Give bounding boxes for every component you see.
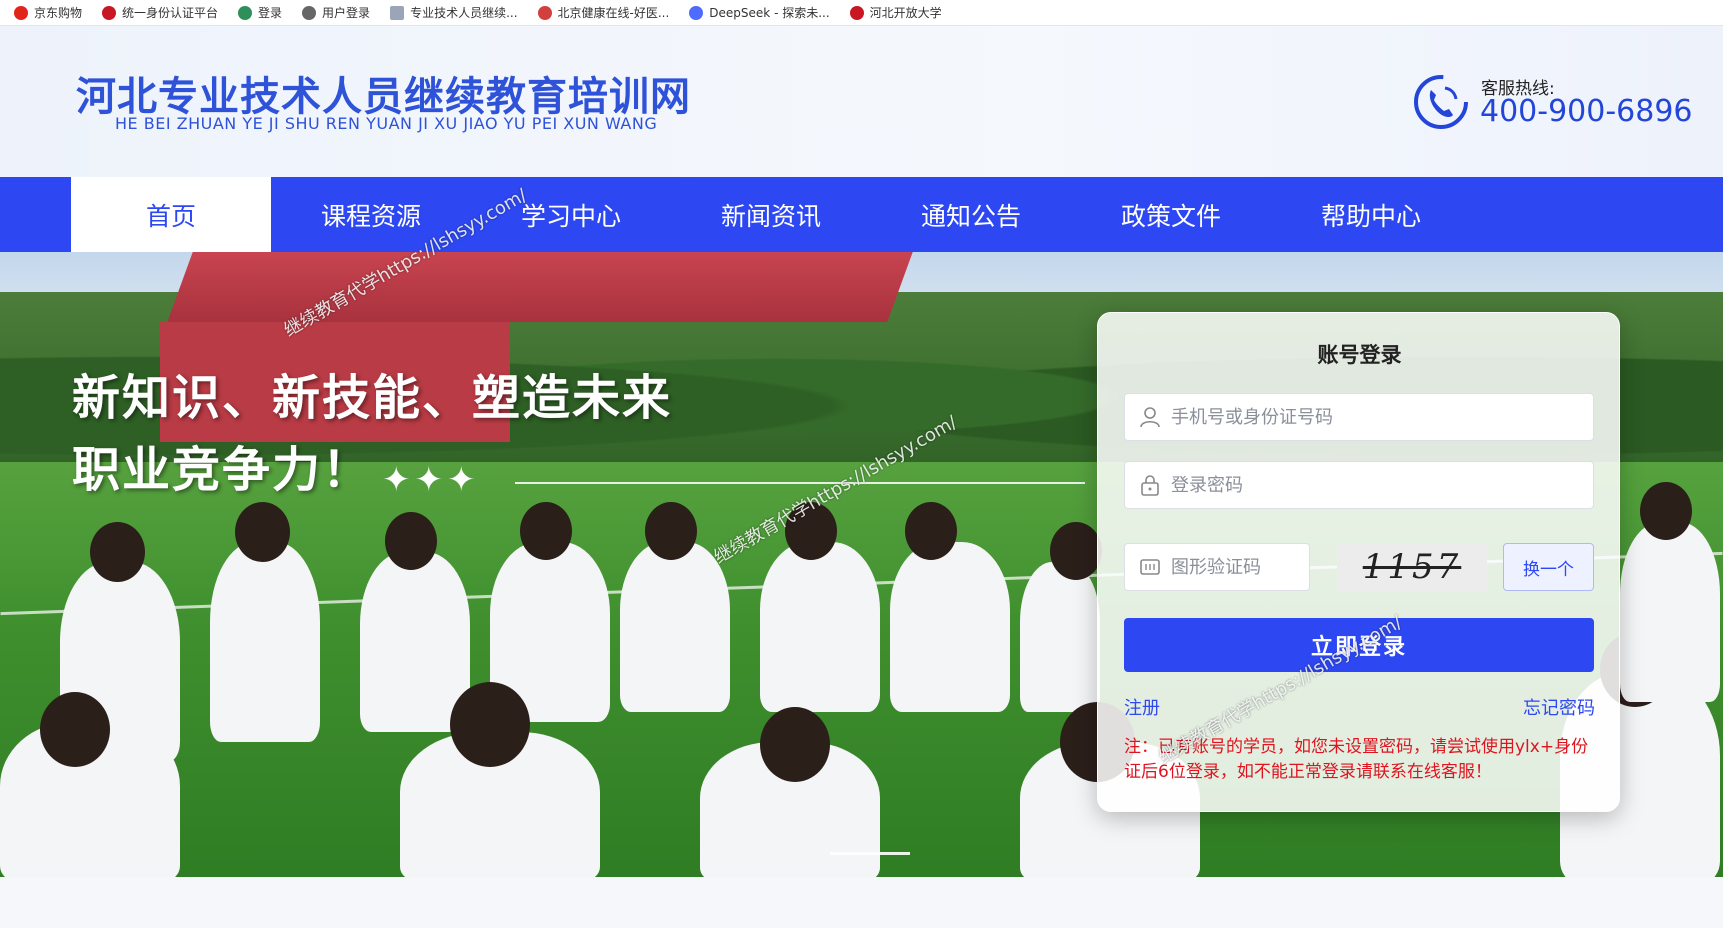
- page-icon: [390, 5, 405, 20]
- bookmarks-bar: 京东购物 统一身份认证平台 登录 用户登录 专业技术人员继续... 北京健康在线…: [0, 0, 1723, 26]
- login-title: 账号登录: [1317, 343, 1402, 367]
- bookmark-label: 用户登录: [322, 6, 371, 20]
- bookmark-login[interactable]: 登录: [238, 4, 282, 21]
- captcha-icon: [1140, 559, 1160, 575]
- bookmark-label: DeepSeek - 探索未...: [709, 6, 830, 20]
- password-input[interactable]: [1171, 474, 1593, 496]
- jd-icon: [14, 5, 28, 20]
- bookmark-sso[interactable]: 统一身份认证平台: [102, 4, 218, 21]
- deepseek-icon: [689, 5, 704, 20]
- bookmark-continuing-edu[interactable]: 专业技术人员继续...: [390, 4, 518, 21]
- nav-item-home[interactable]: 首页: [71, 177, 271, 252]
- slogan-divider: [515, 482, 1085, 484]
- refresh-captcha-button[interactable]: 换一个: [1503, 543, 1594, 591]
- banner-shed-roof: [167, 252, 913, 322]
- site-subtitle: HE BEI ZHUAN YE JI SHU REN YUAN JI XU JI…: [115, 114, 658, 133]
- password-field[interactable]: [1124, 461, 1594, 509]
- nav-item-policies[interactable]: 政策文件: [1071, 177, 1271, 252]
- bookmark-health[interactable]: 北京健康在线-好医...: [537, 4, 670, 21]
- bookmark-open-university[interactable]: 河北开放大学: [849, 4, 942, 21]
- username-field[interactable]: [1124, 393, 1594, 441]
- bookmark-deepseek[interactable]: DeepSeek - 探索未...: [689, 4, 830, 21]
- hotline-number: 400-900-6896: [1480, 94, 1693, 129]
- bookmark-user-login[interactable]: 用户登录: [302, 4, 370, 21]
- university-icon: [849, 5, 864, 20]
- bookmark-label: 北京健康在线-好医...: [557, 6, 670, 20]
- captcha-field[interactable]: [1124, 543, 1310, 591]
- nav-item-help[interactable]: 帮助中心: [1271, 177, 1471, 252]
- bookmark-label: 河北开放大学: [869, 6, 942, 20]
- banner-slogan-line1: 新知识、新技能、塑造未来: [72, 370, 673, 426]
- username-input[interactable]: [1171, 406, 1593, 428]
- bookmark-label: 京东购物: [34, 6, 83, 20]
- login-button[interactable]: 立即登录: [1124, 618, 1594, 672]
- carousel-indicator[interactable]: [830, 852, 910, 855]
- banner-slogan-line2: 职业竞争力！: [72, 442, 373, 498]
- bookmark-jd[interactable]: 京东购物: [14, 4, 82, 21]
- sso-icon: [102, 5, 117, 20]
- forgot-password-link[interactable]: 忘记密码: [1523, 694, 1595, 720]
- sparkle-icon: ✦✦✦: [382, 460, 480, 500]
- captcha-input[interactable]: [1171, 556, 1309, 578]
- nav-item-courses[interactable]: 课程资源: [271, 177, 471, 252]
- lock-icon: [1141, 475, 1159, 496]
- site-header: 河北专业技术人员继续教育培训网 HE BEI ZHUAN YE JI SHU R…: [0, 26, 1723, 177]
- nav-item-learning-center[interactable]: 学习中心: [471, 177, 671, 252]
- nav-item-notices[interactable]: 通知公告: [871, 177, 1071, 252]
- main-nav: 首页 课程资源 学习中心 新闻资讯 通知公告 政策文件 帮助中心: [0, 177, 1723, 252]
- login-site-icon: [238, 5, 253, 20]
- captcha-image[interactable]: 1157: [1337, 543, 1487, 591]
- phone-icon: [1414, 75, 1468, 129]
- nav-item-news[interactable]: 新闻资讯: [671, 177, 871, 252]
- login-notice: 注：已有账号的学员，如您未设置密码，请尝试使用ylx+身份证后6位登录，如不能正…: [1124, 737, 1589, 782]
- globe-icon: [302, 5, 317, 20]
- bookmark-label: 专业技术人员继续...: [410, 6, 518, 20]
- health-icon: [537, 5, 552, 20]
- register-link[interactable]: 注册: [1124, 694, 1160, 720]
- bookmark-label: 统一身份认证平台: [122, 6, 219, 20]
- user-icon: [1140, 407, 1160, 428]
- bookmark-label: 登录: [258, 6, 283, 20]
- page-bottom: [0, 877, 1723, 928]
- login-panel: 账号登录 1157 换一个 立即登录 注册 忘记密码 注：已有账号的学员，如您未…: [1097, 312, 1620, 812]
